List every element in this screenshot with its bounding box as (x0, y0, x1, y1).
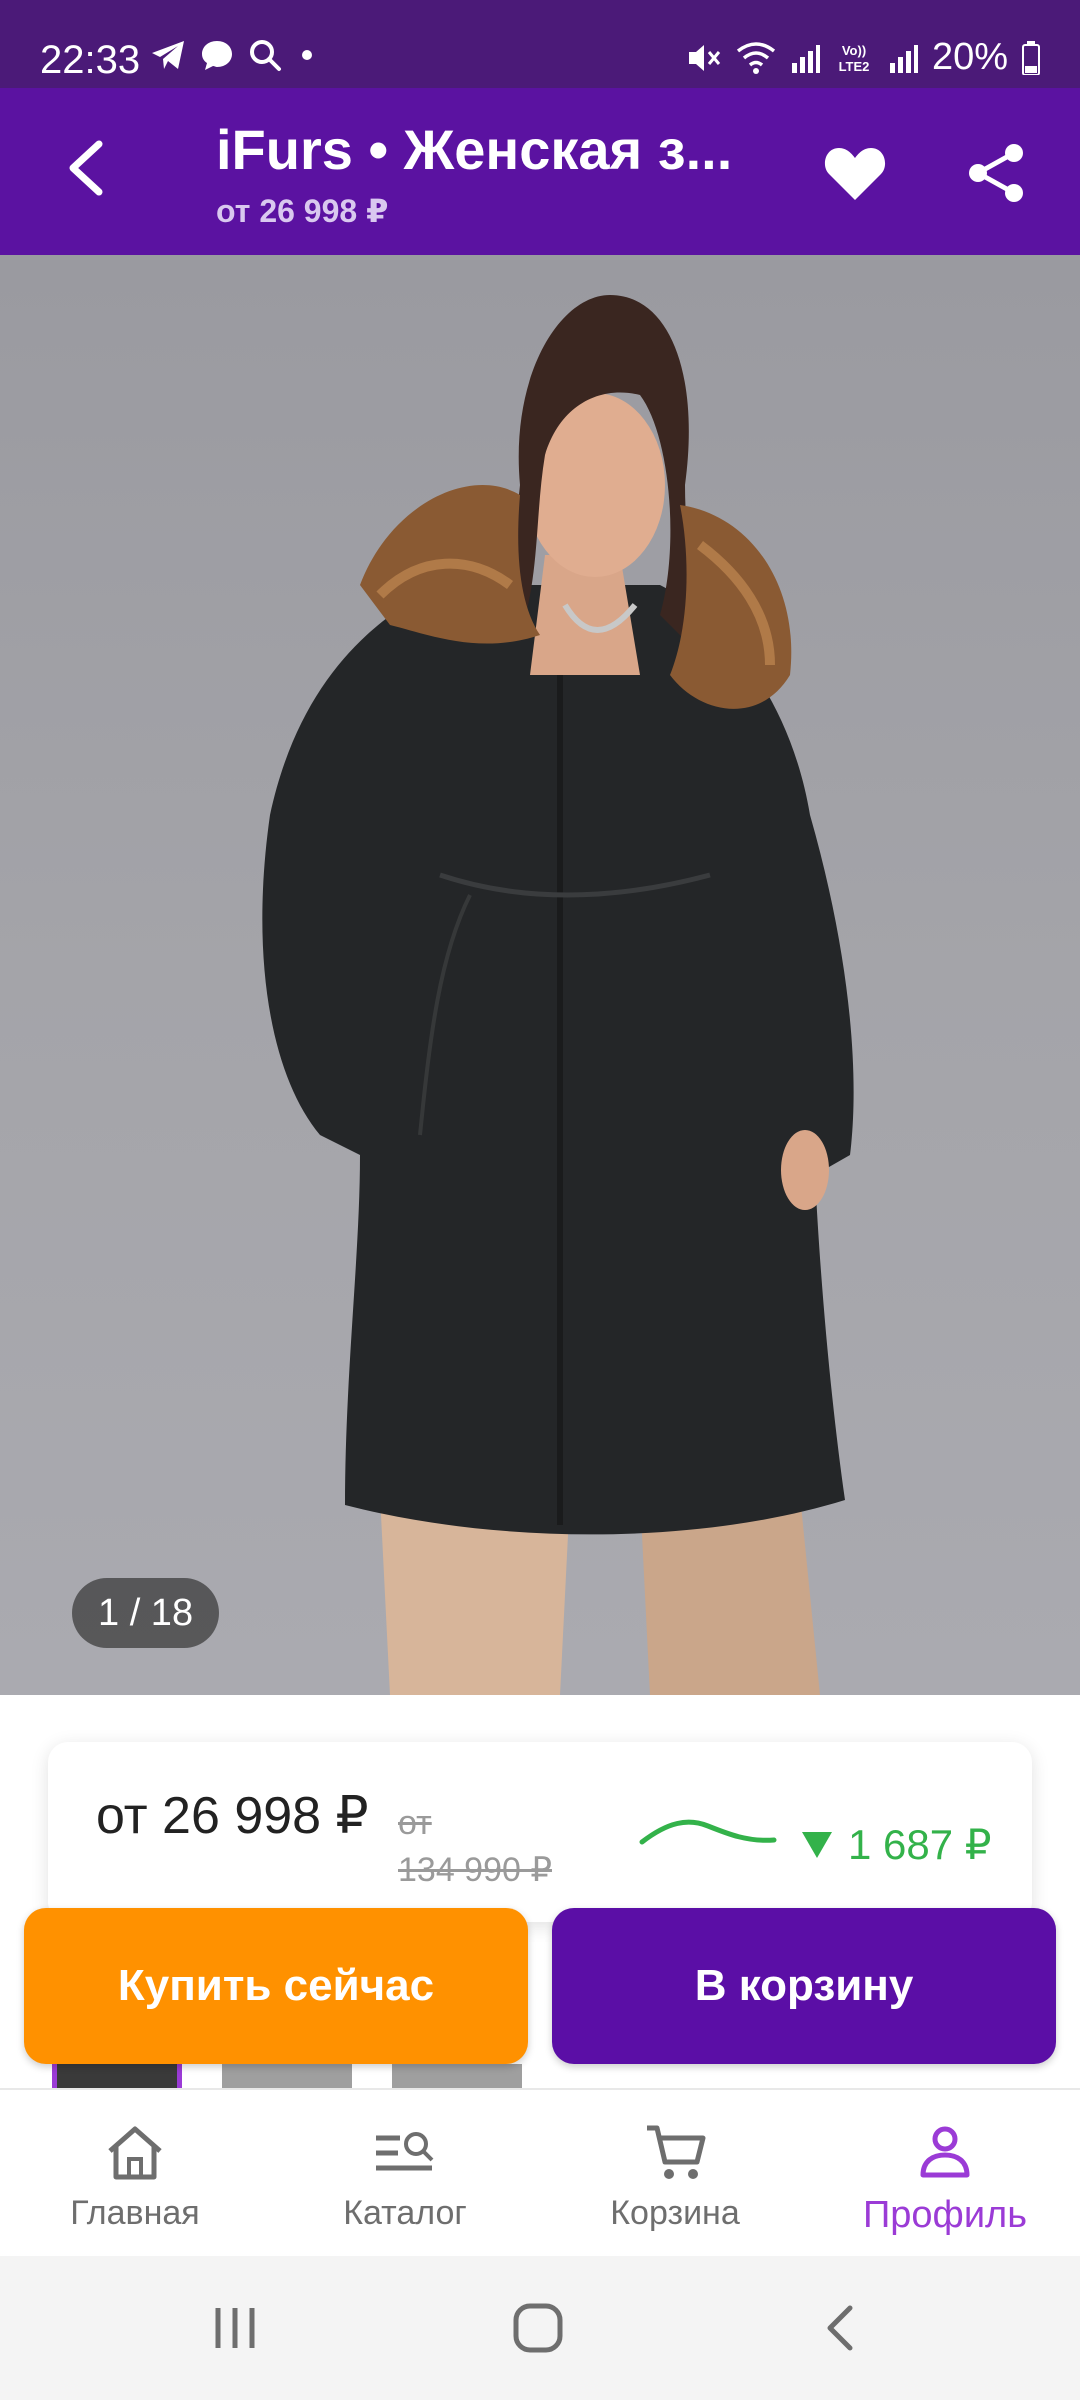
system-nav-bar (0, 2256, 1080, 2400)
home-button[interactable] (498, 2292, 578, 2364)
recents-button[interactable] (195, 2292, 275, 2364)
nav-home-label: Главная (70, 2194, 200, 2232)
mute-icon (688, 44, 721, 71)
old-price-prefix: от (398, 1804, 432, 1842)
home-icon (108, 2126, 162, 2180)
svg-text:LTE2: LTE2 (839, 59, 870, 74)
system-back-icon (827, 2305, 853, 2351)
share-button[interactable] (956, 133, 1036, 213)
chat-icon (202, 41, 232, 70)
wifi-icon (736, 41, 776, 74)
nav-profile-label: Профиль (862, 2194, 1028, 2236)
price-trend-chart[interactable] (638, 1812, 778, 1852)
current-price: от 26 998 ₽ (96, 1787, 369, 1845)
app-header: iFurs • Женская з... от 26 998 ₽ (0, 88, 1080, 255)
nav-catalog[interactable]: Каталог (270, 2090, 540, 2258)
status-notification-icons (150, 38, 312, 72)
price-drop-amount: 1 687 ₽ (848, 1821, 992, 1868)
buy-now-button[interactable]: Купить сейчас (24, 1908, 528, 2064)
product-title: iFurs • Женская з... (216, 118, 733, 181)
heart-icon (824, 148, 886, 200)
catalog-search-icon (376, 2132, 434, 2171)
system-back-button[interactable] (800, 2292, 880, 2364)
status-time: 22:33 (40, 38, 141, 82)
status-system-icons: Vo)) LTE2 20% (686, 36, 1040, 79)
favorite-button[interactable] (815, 133, 895, 213)
svg-text:Vo)): Vo)) (842, 43, 866, 58)
old-price: 134 990 ₽ (398, 1851, 552, 1889)
telegram-icon (152, 41, 184, 69)
recents-icon (215, 2308, 255, 2348)
profile-icon (920, 2126, 970, 2178)
share-icon (969, 144, 1023, 202)
battery-icon (1022, 40, 1040, 75)
volte-icon: Vo))LTE2 (839, 43, 870, 74)
product-image[interactable] (0, 255, 1080, 1695)
nav-catalog-label: Каталог (343, 2194, 467, 2232)
image-counter: 1 / 18 (72, 1578, 220, 1648)
nav-home[interactable]: Главная (0, 2090, 270, 2258)
nav-cart-label: Корзина (610, 2194, 740, 2232)
back-arrow-icon (69, 140, 103, 196)
status-bar: 22:33 Vo)) LTE2 20% (0, 0, 1080, 88)
product-price-subtitle: от 26 998 ₽ (216, 193, 389, 229)
add-to-cart-button[interactable]: В корзину (552, 1908, 1056, 2064)
product-photo (262, 295, 854, 1695)
nav-profile[interactable]: Профиль (810, 2090, 1080, 2258)
battery-percent: 20% (931, 36, 1008, 78)
dot-icon (302, 50, 312, 60)
cart-icon (647, 2125, 706, 2179)
search-icon (250, 40, 281, 71)
back-button[interactable] (50, 133, 120, 203)
home-square-icon (513, 2303, 563, 2353)
signal-icon (889, 44, 918, 73)
triangle-down-icon (802, 1831, 832, 1858)
bottom-nav: Главная Каталог Корзина Профиль (0, 2088, 1080, 2256)
thumbnail[interactable] (52, 2064, 182, 2088)
price-card: от 26 998 ₽ от 134 990 ₽ 1 687 ₽ (48, 1742, 1032, 1922)
thumbnail-strip (0, 2064, 1080, 2088)
signal-icon (791, 44, 820, 73)
thumbnail[interactable] (392, 2064, 522, 2088)
nav-cart[interactable]: Корзина (540, 2090, 810, 2258)
thumbnail[interactable] (222, 2064, 352, 2088)
price-drop: 1 687 ₽ (800, 1820, 992, 1869)
